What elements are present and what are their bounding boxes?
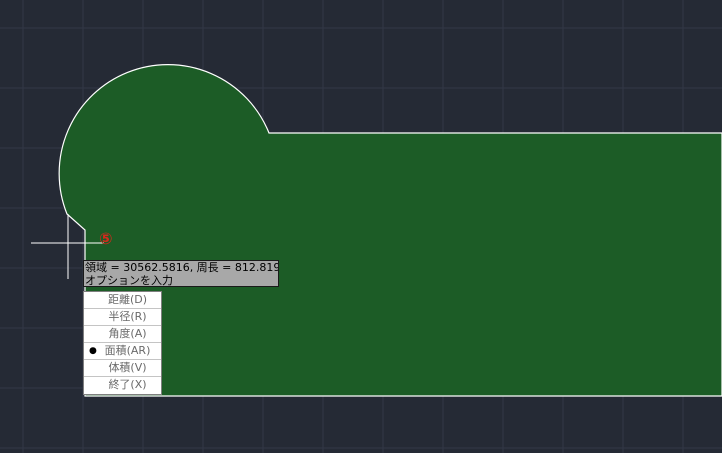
menu-item-exit[interactable]: 終了(X) (84, 377, 161, 394)
measure-options-menu: 距離(D) 半径(R) 角度(A) ● 面積(AR) 体積(V) 終了(X) (83, 291, 162, 395)
menu-item-label: 面積(AR) (104, 344, 151, 357)
point-number-marker: ⑤ (99, 229, 113, 248)
menu-item-distance[interactable]: 距離(D) (84, 292, 161, 309)
measure-tooltip: 領域 = 30562.5816, 周長 = 812.8193 オプションを入力 (83, 260, 279, 287)
menu-item-area[interactable]: ● 面積(AR) (84, 343, 161, 360)
menu-item-label: 半径(R) (108, 310, 147, 323)
menu-item-angle[interactable]: 角度(A) (84, 326, 161, 343)
menu-item-label: 距離(D) (107, 293, 148, 306)
menu-item-label: 角度(A) (108, 327, 147, 340)
menu-item-label: 終了(X) (108, 378, 147, 391)
menu-item-label: 体積(V) (108, 361, 147, 374)
selected-bullet-icon: ● (89, 346, 97, 356)
menu-item-volume[interactable]: 体積(V) (84, 360, 161, 377)
menu-item-radius[interactable]: 半径(R) (84, 309, 161, 326)
option-prompt-text: オプションを入力 (85, 274, 173, 287)
measure-result-text: 領域 = 30562.5816, 周長 = 812.8193 (85, 261, 278, 274)
